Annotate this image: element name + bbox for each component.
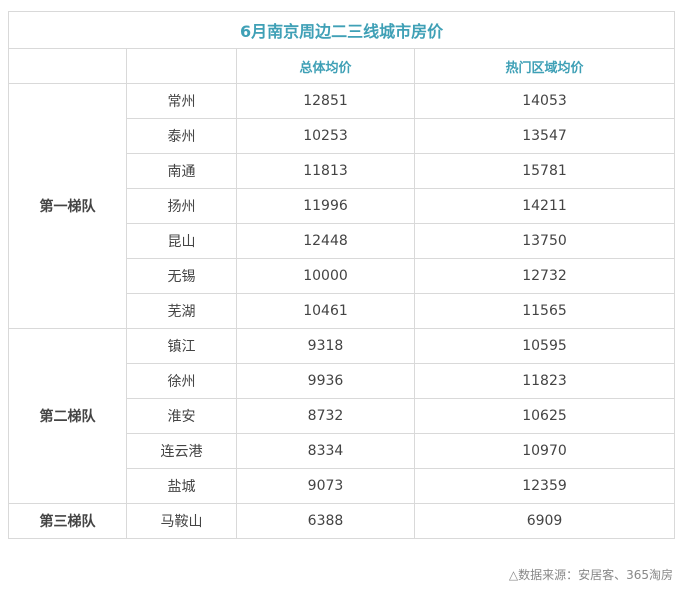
header-tier [8, 48, 127, 84]
overall-price-cell: 11996 [236, 188, 415, 224]
city-cell: 常州 [126, 83, 237, 119]
tier-label: 第三梯队 [8, 503, 127, 539]
hot-area-price-cell: 14053 [413, 83, 676, 119]
overall-price-cell: 10461 [236, 293, 415, 329]
overall-price-cell: 11813 [236, 153, 415, 189]
overall-price-cell: 8732 [236, 398, 415, 434]
overall-price-cell: 8334 [236, 433, 415, 469]
hot-area-price-cell: 12359 [413, 468, 676, 504]
overall-price-cell: 6388 [236, 503, 415, 539]
hot-area-price-cell: 10970 [413, 433, 676, 469]
source-note: △数据来源：安居客、365淘房 [508, 568, 673, 582]
city-cell: 芜湖 [126, 293, 237, 329]
hot-area-price-cell: 10595 [413, 328, 676, 364]
overall-price-cell: 12448 [236, 223, 415, 259]
table-title: 6月南京周边二三线城市房价 [7, 11, 676, 49]
header-hot-area-price: 热门区域均价 [413, 48, 676, 84]
table-body: 第一梯队 常州 12851 14053 泰州 10253 13547 南通 11813 15781… [8, 83, 676, 539]
hot-area-price-cell: 15781 [413, 153, 676, 189]
city-cell: 徐州 [126, 363, 237, 399]
overall-price-cell: 10000 [236, 258, 415, 294]
price-table: 6月南京周边二三线城市房价 总体均价 热门区域均价 第一梯队 常州 12851 140… [7, 11, 676, 539]
city-cell: 盐城 [126, 468, 237, 504]
overall-price-cell: 9318 [236, 328, 415, 364]
overall-price-cell: 9073 [236, 468, 415, 504]
table-row: 第一梯队 常州 12851 14053 [8, 83, 676, 329]
city-cell: 连云港 [126, 433, 237, 469]
hot-area-price-cell: 12732 [413, 258, 676, 294]
city-cell: 马鞍山 [126, 503, 237, 539]
tier-label: 第二梯队 [8, 328, 127, 504]
city-cell: 昆山 [126, 223, 237, 259]
header-overall-price: 总体均价 [236, 48, 415, 84]
header-city [126, 48, 237, 84]
city-cell: 无锡 [126, 258, 237, 294]
table-row: 第三梯队 马鞍山 6388 6909 [8, 503, 676, 539]
overall-price-cell: 12851 [236, 83, 415, 119]
hot-area-price-cell: 10625 [413, 398, 676, 434]
city-cell: 泰州 [126, 118, 237, 154]
hot-area-price-cell: 6909 [413, 503, 676, 539]
city-cell: 淮安 [126, 398, 237, 434]
city-cell: 南通 [126, 153, 237, 189]
hot-area-price-cell: 13750 [413, 223, 676, 259]
city-cell: 镇江 [126, 328, 237, 364]
hot-area-price-cell: 13547 [413, 118, 676, 154]
hot-area-price-cell: 11823 [413, 363, 676, 399]
hot-area-price-cell: 11565 [413, 293, 676, 329]
overall-price-cell: 9936 [236, 363, 415, 399]
table-row: 第二梯队 镇江 9318 10595 [8, 328, 676, 504]
city-cell: 扬州 [126, 188, 237, 224]
hot-area-price-cell: 14211 [413, 188, 676, 224]
tier-label: 第一梯队 [8, 83, 127, 329]
overall-price-cell: 10253 [236, 118, 415, 154]
